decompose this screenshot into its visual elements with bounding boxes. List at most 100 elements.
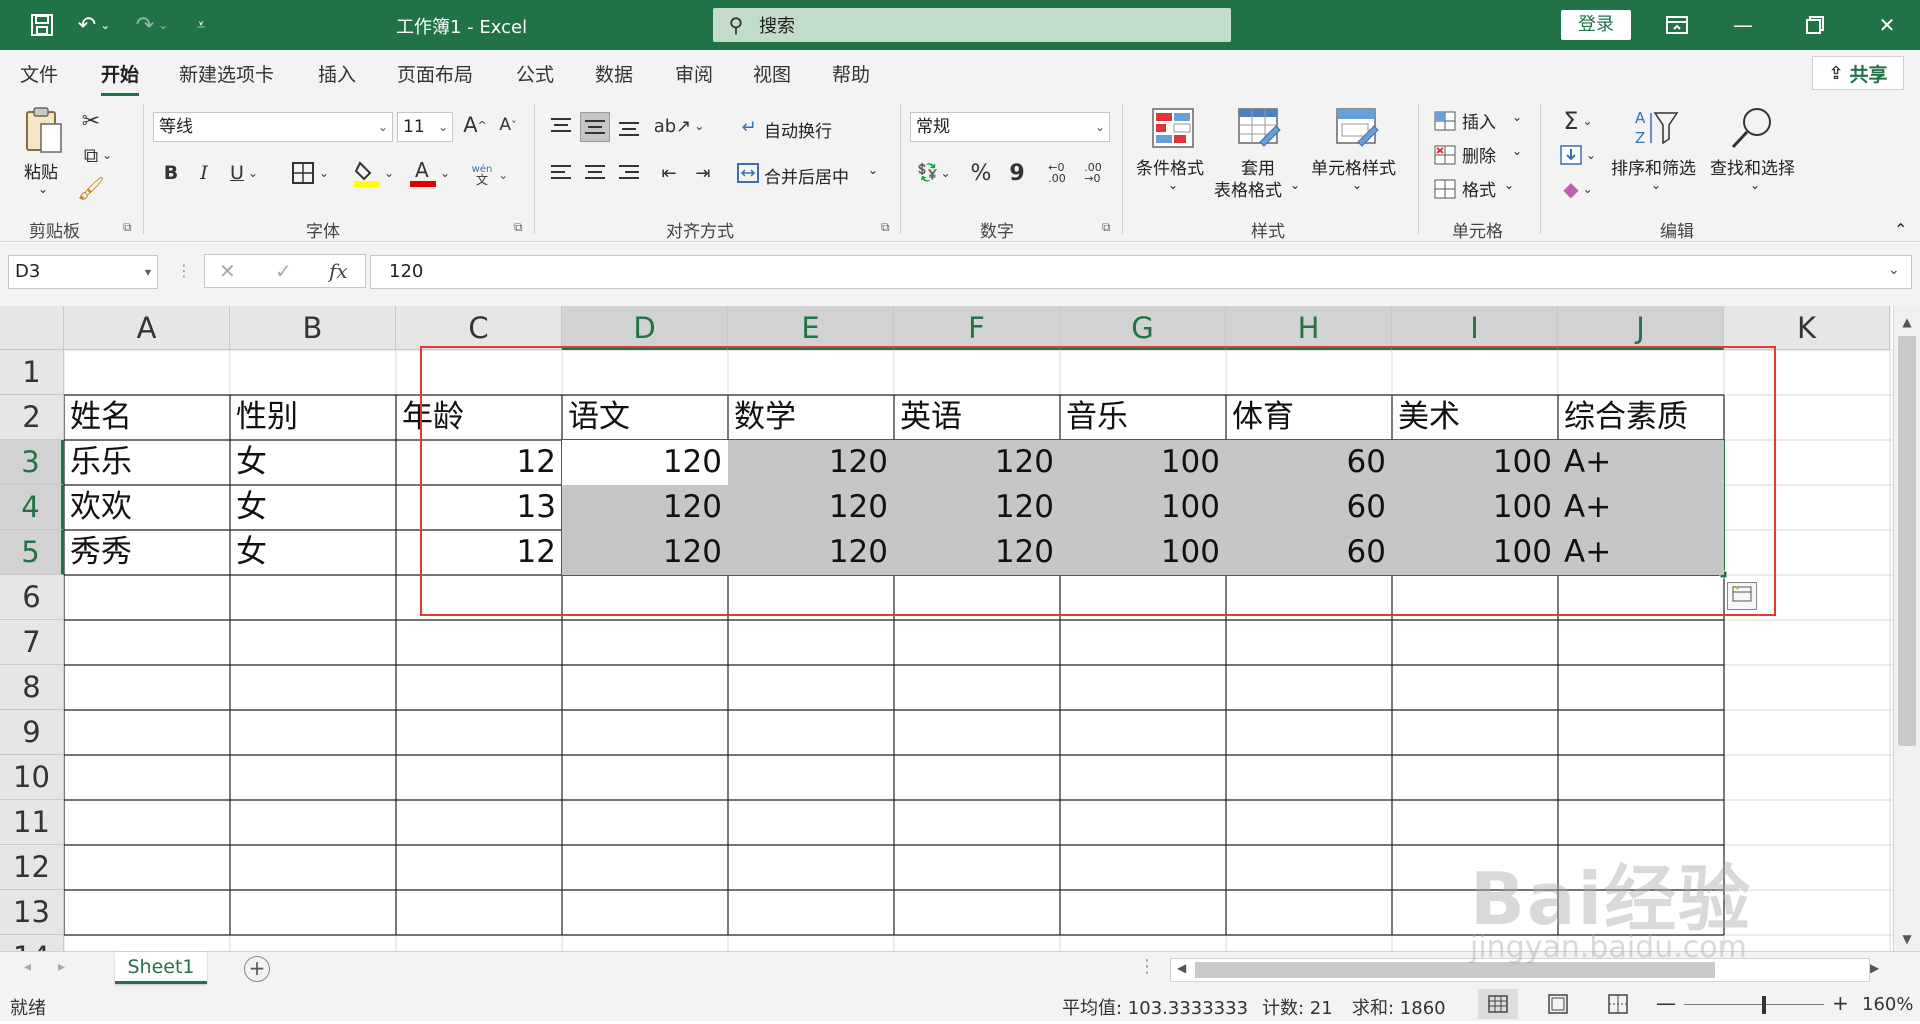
phonetic-guide-icon[interactable]: wén 文 ⌄ bbox=[468, 160, 512, 190]
accounting-format-icon[interactable]: 💱 ⌄ bbox=[912, 158, 956, 188]
number-launcher-icon[interactable]: ⧉ bbox=[1102, 220, 1111, 235]
row-header-2[interactable]: 2 bbox=[0, 395, 64, 440]
cancel-icon[interactable]: ✕ bbox=[219, 259, 236, 283]
format-as-table-button-2[interactable]: 表格格式 bbox=[1214, 176, 1282, 201]
align-top-icon[interactable] bbox=[546, 112, 576, 142]
row-header-1[interactable]: 1 bbox=[0, 350, 64, 395]
row-header-8[interactable]: 8 bbox=[0, 665, 64, 710]
insert-cells-dropdown-icon[interactable]: ⌄ bbox=[1512, 110, 1522, 124]
share-button[interactable]: ⇪ 共享 bbox=[1812, 56, 1904, 90]
row-header-9[interactable]: 9 bbox=[0, 710, 64, 755]
fill-color-icon[interactable]: ⌄ bbox=[350, 158, 398, 188]
data-cell[interactable]: 女 bbox=[230, 440, 396, 485]
conditional-formatting-button[interactable]: 条件格式 bbox=[1136, 154, 1204, 179]
formula-input[interactable]: 120 bbox=[370, 255, 1912, 289]
format-as-table-dropdown-icon[interactable]: ⌄ bbox=[1290, 178, 1300, 192]
paste-label[interactable]: 粘贴 bbox=[24, 158, 58, 183]
page-break-view-icon[interactable] bbox=[1598, 989, 1638, 1019]
row-header-14[interactable]: 14 bbox=[0, 935, 64, 951]
zoom-level[interactable]: 160% bbox=[1862, 994, 1913, 1015]
collapse-ribbon-icon[interactable]: ⌃ bbox=[1894, 220, 1907, 239]
customize-quick-access-icon[interactable]: ⩡ bbox=[186, 9, 216, 41]
font-size-combo[interactable]: 11 ⌄ bbox=[397, 112, 453, 142]
sheet-tab-sheet1[interactable]: Sheet1 bbox=[115, 952, 207, 984]
tab-new[interactable]: 新建选项卡 bbox=[179, 60, 274, 87]
tab-file[interactable]: 文件 bbox=[20, 60, 58, 87]
row-header-6[interactable]: 6 bbox=[0, 575, 64, 620]
horizontal-scroll-thumb[interactable] bbox=[1195, 962, 1715, 978]
comma-style-button[interactable]: 9 bbox=[1002, 158, 1032, 188]
data-cell[interactable]: 乐乐 bbox=[64, 440, 230, 485]
next-sheet-icon[interactable]: ▸ bbox=[58, 959, 65, 975]
row-header-13[interactable]: 13 bbox=[0, 890, 64, 935]
conditional-dropdown-icon[interactable]: ⌄ bbox=[1168, 178, 1178, 192]
italic-button[interactable]: I bbox=[192, 158, 216, 188]
column-header-k[interactable]: K bbox=[1724, 306, 1890, 350]
row-header-10[interactable]: 10 bbox=[0, 755, 64, 800]
expand-formula-bar-icon[interactable]: ⌄ bbox=[1888, 262, 1900, 278]
tab-review[interactable]: 审阅 bbox=[675, 60, 713, 87]
cell-styles-icon[interactable] bbox=[1334, 106, 1382, 150]
row-header-7[interactable]: 7 bbox=[0, 620, 64, 665]
cut-icon[interactable]: ✂ bbox=[78, 108, 104, 134]
borders-icon[interactable]: ⌄ bbox=[285, 158, 335, 188]
align-bottom-icon[interactable] bbox=[614, 112, 644, 142]
delete-cells-button[interactable]: 删除 bbox=[1462, 142, 1496, 167]
find-select-icon[interactable] bbox=[1728, 104, 1776, 152]
format-as-table-icon[interactable] bbox=[1236, 106, 1284, 150]
find-select-dropdown-icon[interactable]: ⌄ bbox=[1750, 178, 1760, 192]
align-right-icon[interactable] bbox=[614, 158, 644, 188]
insert-cells-button[interactable]: 插入 bbox=[1462, 108, 1496, 133]
align-center-icon[interactable] bbox=[580, 158, 610, 188]
vertical-scrollbar[interactable]: ▲ ▼ bbox=[1893, 306, 1920, 951]
autosum-icon[interactable]: Σ ⌄ bbox=[1556, 106, 1600, 136]
data-cell[interactable]: 女 bbox=[230, 485, 396, 530]
row-header-11[interactable]: 11 bbox=[0, 800, 64, 845]
column-header-d[interactable]: D bbox=[562, 306, 728, 350]
scroll-down-icon[interactable]: ▼ bbox=[1894, 928, 1920, 950]
align-left-icon[interactable] bbox=[546, 158, 576, 188]
tab-page-layout[interactable]: 页面布局 bbox=[397, 60, 473, 87]
increase-indent-icon[interactable]: ⇥ bbox=[688, 158, 718, 188]
increase-decimal-icon[interactable]: ←0.00 bbox=[1042, 158, 1072, 188]
percent-style-button[interactable]: % bbox=[966, 158, 996, 188]
number-format-combo[interactable]: 常规 ⌄ bbox=[910, 112, 1110, 142]
sort-filter-button[interactable]: 排序和筛选 bbox=[1611, 154, 1696, 179]
tab-home[interactable]: 开始 bbox=[101, 60, 140, 96]
column-header-i[interactable]: I bbox=[1392, 306, 1558, 350]
merge-center-icon[interactable] bbox=[735, 158, 761, 188]
cell-styles-button[interactable]: 单元格样式 bbox=[1311, 154, 1396, 179]
alignment-launcher-icon[interactable]: ⧉ bbox=[881, 220, 890, 235]
restore-icon[interactable] bbox=[1792, 10, 1838, 40]
row-header-4[interactable]: 4 bbox=[0, 485, 64, 530]
format-cells-dropdown-icon[interactable]: ⌄ bbox=[1504, 178, 1514, 192]
clear-icon[interactable]: ◆ ⌄ bbox=[1556, 174, 1600, 204]
search-box[interactable]: ⚲ 搜索 bbox=[713, 8, 1231, 42]
wrap-text-button[interactable]: 自动换行 bbox=[764, 117, 832, 142]
column-header-e[interactable]: E bbox=[728, 306, 894, 350]
sort-filter-dropdown-icon[interactable]: ⌄ bbox=[1651, 178, 1661, 192]
tab-insert[interactable]: 插入 bbox=[318, 60, 356, 87]
row-header-3[interactable]: 3 bbox=[0, 440, 64, 485]
fill-icon[interactable]: ⌄ bbox=[1556, 140, 1600, 170]
scroll-right-icon[interactable]: ▶ bbox=[1870, 961, 1879, 975]
enter-icon[interactable]: ✓ bbox=[275, 259, 292, 283]
wrap-text-icon[interactable]: ↵ bbox=[737, 112, 761, 142]
font-color-icon[interactable]: A ⌄ bbox=[406, 158, 454, 188]
paste-icon[interactable] bbox=[20, 106, 68, 156]
zoom-in-icon[interactable]: + bbox=[1832, 991, 1849, 1015]
quick-analysis-icon[interactable] bbox=[1727, 582, 1757, 610]
align-middle-icon[interactable] bbox=[580, 112, 610, 142]
font-name-combo[interactable]: 等线 ⌄ bbox=[153, 112, 393, 142]
column-header-f[interactable]: F bbox=[894, 306, 1060, 350]
header-cell[interactable]: 性别 bbox=[230, 395, 396, 440]
conditional-formatting-icon[interactable] bbox=[1150, 106, 1196, 150]
vertical-scroll-thumb[interactable] bbox=[1898, 336, 1916, 746]
login-button[interactable]: 登录 bbox=[1561, 10, 1631, 40]
zoom-slider-thumb[interactable] bbox=[1762, 996, 1766, 1014]
font-grow-icon[interactable]: A ^ bbox=[460, 110, 490, 140]
decrease-indent-icon[interactable]: ⇤ bbox=[654, 158, 684, 188]
sort-filter-icon[interactable]: AZ bbox=[1632, 106, 1680, 150]
prev-sheet-icon[interactable]: ◂ bbox=[24, 959, 31, 975]
tab-help[interactable]: 帮助 bbox=[832, 60, 870, 87]
